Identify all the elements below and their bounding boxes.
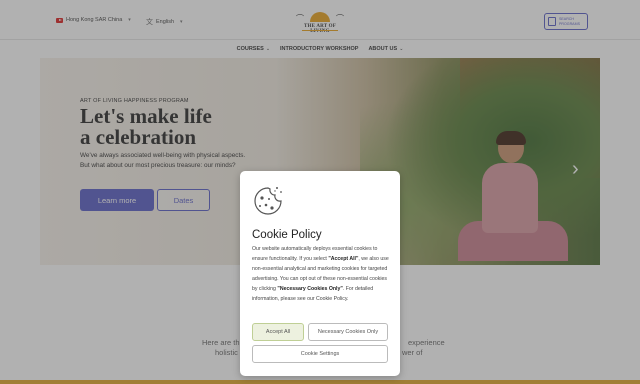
cookie-settings-button[interactable]: Cookie Settings [252, 345, 388, 363]
cookie-body-accept-all: "Accept All" [328, 256, 359, 262]
cookie-policy-dialog: Cookie Policy Our website automatically … [240, 171, 400, 376]
accept-all-button[interactable]: Accept All [252, 323, 304, 341]
cookie-dialog-title: Cookie Policy [252, 229, 322, 241]
cookie-body-necessary-only: "Necessary Cookies Only" [277, 286, 343, 292]
cookie-icon [254, 187, 282, 215]
necessary-cookies-only-button[interactable]: Necessary Cookies Only [308, 323, 388, 341]
cookie-dialog-body: Our website automatically deploys essent… [252, 244, 390, 304]
